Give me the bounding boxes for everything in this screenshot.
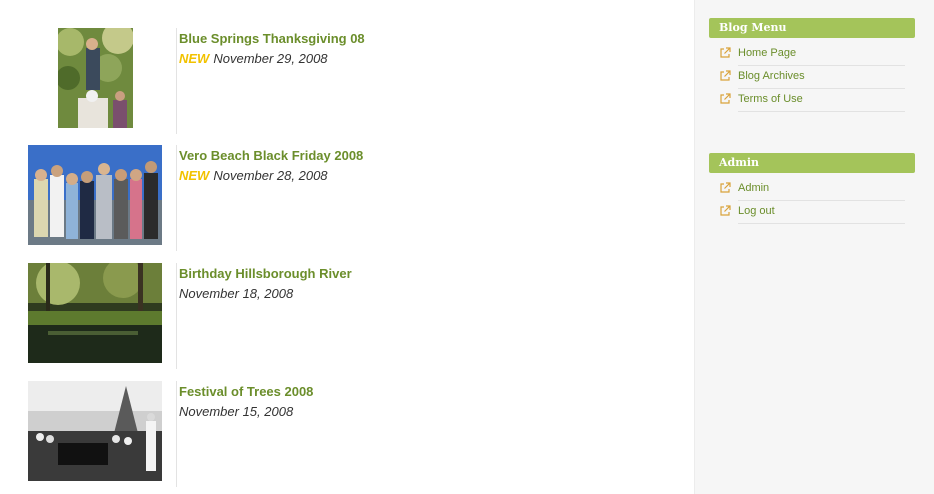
external-link-icon (720, 205, 731, 216)
post-date: November 15, 2008 (179, 404, 294, 419)
post-title-link[interactable]: Festival of Trees 2008 (179, 384, 313, 399)
post-item: Birthday Hillsborough River November 18,… (0, 263, 694, 373)
home-page-link[interactable]: Home Page (738, 47, 796, 59)
sidebar: Blog Menu Home Page Blog Archives Terms … (694, 0, 934, 494)
admin-item-admin[interactable]: Admin (709, 178, 915, 201)
post-meta: November 15, 2008 (179, 404, 293, 419)
new-badge: NEW (179, 51, 210, 66)
post-meta: November 18, 2008 (179, 286, 293, 301)
post-divider (176, 28, 177, 134)
post-title-link[interactable]: Vero Beach Black Friday 2008 (179, 148, 363, 163)
post-thumbnail-link[interactable] (28, 263, 162, 363)
blog-menu-item-home-page[interactable]: Home Page (709, 43, 915, 66)
admin-link[interactable]: Admin (738, 182, 769, 194)
post-divider (176, 145, 177, 251)
admin-box: Admin Admin Log out (709, 153, 915, 224)
post-thumbnail[interactable] (57, 28, 133, 128)
admin-list: Admin Log out (709, 178, 915, 224)
post-thumbnail[interactable] (28, 145, 162, 245)
post-divider (176, 381, 177, 487)
post-thumbnail[interactable] (28, 263, 162, 363)
main-content: Blue Springs Thanksgiving 08 NEW November… (0, 0, 694, 494)
post-meta: NEW November 29, 2008 (179, 51, 328, 66)
post-item: Vero Beach Black Friday 2008 NEW November… (0, 145, 694, 255)
post-date: November 18, 2008 (179, 286, 294, 301)
blog-menu-box: Blog Menu Home Page Blog Archives Terms … (709, 18, 915, 112)
post-thumbnail[interactable] (28, 381, 162, 481)
post-title-link[interactable]: Birthday Hillsborough River (179, 266, 352, 281)
external-link-icon (720, 182, 731, 193)
post-thumbnail-link[interactable] (28, 381, 162, 481)
new-badge: NEW (179, 168, 210, 183)
item-separator (738, 223, 905, 224)
post-item: Festival of Trees 2008 November 15, 2008 (0, 381, 694, 491)
post-divider (176, 263, 177, 369)
post-meta: NEW November 28, 2008 (179, 168, 328, 183)
post-thumbnail-link[interactable] (28, 145, 162, 245)
external-link-icon (720, 93, 731, 104)
external-link-icon (720, 47, 731, 58)
item-separator (738, 111, 905, 112)
admin-item-log-out[interactable]: Log out (709, 201, 915, 224)
post-thumbnail-link[interactable] (28, 28, 162, 128)
log-out-link[interactable]: Log out (738, 205, 775, 217)
blog-menu-list: Home Page Blog Archives Terms of Use (709, 43, 915, 112)
external-link-icon (720, 70, 731, 81)
blog-menu-item-terms-of-use[interactable]: Terms of Use (709, 89, 915, 112)
post-date: November 28, 2008 (213, 168, 328, 183)
blog-menu-title: Blog Menu (709, 18, 915, 38)
blog-archives-link[interactable]: Blog Archives (738, 70, 805, 82)
terms-of-use-link[interactable]: Terms of Use (738, 93, 803, 105)
post-item: Blue Springs Thanksgiving 08 NEW November… (0, 28, 694, 138)
blog-menu-item-blog-archives[interactable]: Blog Archives (709, 66, 915, 89)
admin-title: Admin (709, 153, 915, 173)
post-date: November 29, 2008 (213, 51, 328, 66)
post-title-link[interactable]: Blue Springs Thanksgiving 08 (179, 31, 365, 46)
